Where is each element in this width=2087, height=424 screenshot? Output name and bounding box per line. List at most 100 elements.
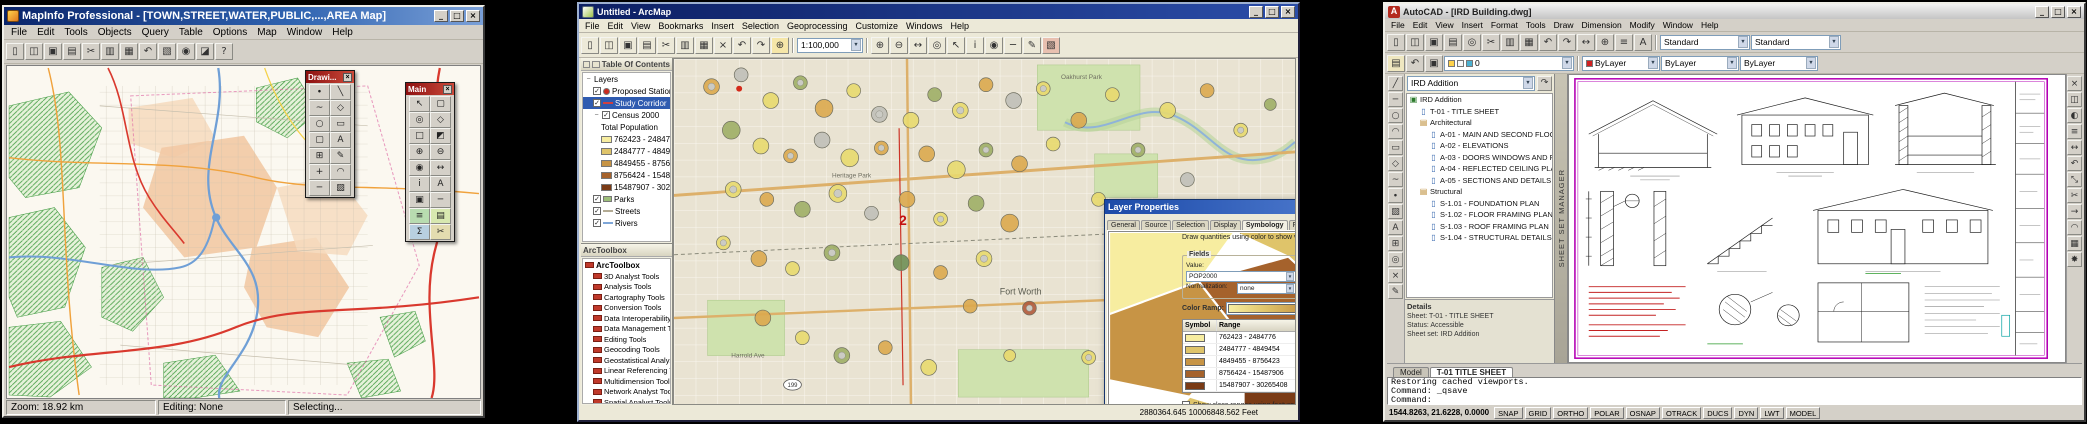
status-toggle-grid[interactable]: GRID — [1525, 407, 1552, 419]
add-node-tool-icon[interactable]: + — [309, 164, 330, 180]
point-icon[interactable]: ∙ — [1388, 188, 1403, 203]
layer-checkbox[interactable]: ✓ — [593, 99, 601, 107]
color-ramp-combo[interactable]: ▼ — [1226, 302, 1296, 315]
zoom-realtime-icon[interactable]: ⊕ — [1596, 34, 1614, 51]
text-style-icon[interactable]: A — [1634, 34, 1652, 51]
layout-tab[interactable]: Model — [1393, 367, 1429, 377]
toc-item[interactable]: 15487907 - 30265408 — [583, 181, 670, 193]
erase-icon[interactable]: × — [1388, 268, 1403, 283]
close-icon[interactable]: × — [343, 73, 352, 82]
copy-object-icon[interactable]: ◫ — [2067, 92, 2082, 107]
sheet-item[interactable]: ▯S-1.02 - FLOOR FRAMING PLAN — [1407, 209, 1552, 221]
copy-icon[interactable]: ▥ — [1501, 34, 1519, 51]
close-button[interactable]: × — [466, 10, 480, 22]
identify-icon[interactable]: i — [966, 37, 984, 54]
toolbox-item[interactable]: Data Management Tools — [583, 324, 670, 335]
autocad-menu-help[interactable]: Help — [1697, 20, 1722, 30]
rounded-rect-tool-icon[interactable]: ▢ — [309, 132, 330, 148]
text-tool-icon[interactable]: A — [330, 132, 351, 148]
layer-previous-icon[interactable]: ↶ — [1406, 55, 1424, 72]
new-map-icon[interactable]: ▯ — [581, 37, 599, 54]
status-toggle-dyn[interactable]: DYN — [1734, 407, 1758, 419]
tab-symbology[interactable]: Symbology — [1242, 220, 1288, 230]
radius-select-icon[interactable]: ◎ — [409, 112, 430, 128]
expander-icon[interactable]: − — [593, 112, 600, 119]
arctoolbox-icon[interactable]: ▧ — [1042, 37, 1060, 54]
toolbox-item[interactable]: Spatial Analyst Tools — [583, 397, 670, 404]
sheet-item[interactable]: ▯S-1.04 - STRUCTURAL DETAILS — [1407, 232, 1552, 244]
toolbox-item[interactable]: Network Analyst Tools — [583, 387, 670, 398]
mapinfo-menu-options[interactable]: Options — [208, 27, 252, 38]
change-view-icon[interactable]: ◉ — [409, 160, 430, 176]
class-row[interactable]: 8756424 - 154879068756424 - 15487906 — [1183, 368, 1296, 380]
sheet-item[interactable]: ▯S-1.01 - FOUNDATION PLAN — [1407, 198, 1552, 210]
zoom-status[interactable]: Zoom: 18.92 km — [6, 400, 156, 415]
close-button[interactable]: × — [1281, 6, 1295, 18]
arcmap-menu-file[interactable]: File — [581, 21, 604, 31]
layer-control-icon[interactable]: ≡ — [409, 208, 430, 224]
save-icon[interactable]: ▣ — [44, 43, 62, 60]
copy-icon[interactable]: ▥ — [101, 43, 119, 60]
mapinfo-menu-edit[interactable]: Edit — [32, 27, 59, 38]
toc-item[interactable]: Total Population — [583, 121, 670, 133]
layer-combo[interactable]: 0 ▼ — [1444, 56, 1574, 71]
zoom-out-icon[interactable]: ⊖ — [890, 37, 908, 54]
layer-properties-manager-icon[interactable]: ▤ — [1387, 55, 1405, 72]
save-icon[interactable]: ▣ — [619, 37, 637, 54]
expander-icon[interactable]: − — [585, 76, 592, 83]
plot-preview-icon[interactable]: ◎ — [1463, 34, 1481, 51]
symbol-tool-icon[interactable]: ∙ — [309, 84, 330, 100]
zoom-out-icon[interactable]: ⊖ — [430, 144, 451, 160]
toc-item[interactable]: 4849455 - 8756423 — [583, 157, 670, 169]
sheet-item[interactable]: ▯A-04 - REFLECTED CEILING PLANS — [1407, 163, 1552, 175]
sheet-item[interactable]: ▯A-02 - ELEVATIONS — [1407, 140, 1552, 152]
sheet-item[interactable]: ▯A-05 - SECTIONS AND DETAILS — [1407, 175, 1552, 187]
toc-item[interactable]: ✓Streets — [583, 205, 670, 217]
arc-icon[interactable]: ◠ — [1388, 124, 1403, 139]
move-icon[interactable]: ↔ — [2067, 140, 2082, 155]
polygon-tool-icon[interactable]: ◇ — [330, 100, 351, 116]
cut-icon[interactable]: ✂ — [1482, 34, 1500, 51]
tab-selection[interactable]: Selection — [1172, 220, 1209, 230]
ellipse-tool-icon[interactable]: ○ — [309, 116, 330, 132]
main-palette-titlebar[interactable]: Main × — [406, 83, 454, 95]
arcmap-menu-windows[interactable]: Windows — [902, 21, 947, 31]
arcmap-map-canvas[interactable]: Oakhurst ParkHeritage ParkFort WorthHarr… — [673, 58, 1296, 405]
autocad-menu-modify[interactable]: Modify — [1626, 20, 1659, 30]
copy-icon[interactable]: ▥ — [676, 37, 694, 54]
print-icon[interactable]: ▤ — [63, 43, 81, 60]
reshape-tool-icon[interactable]: ✎ — [330, 148, 351, 164]
toc-item[interactable]: 8756424 - 15487906 — [583, 169, 670, 181]
drawing-palette-titlebar[interactable]: Drawi... × — [306, 71, 354, 83]
editing-status[interactable]: Editing: None — [158, 400, 286, 415]
find-icon[interactable]: ◉ — [985, 37, 1003, 54]
minimize-button[interactable]: _ — [434, 10, 448, 22]
mapinfo-menu-help[interactable]: Help — [327, 27, 358, 38]
full-extent-icon[interactable]: ◎ — [928, 37, 946, 54]
ruler-icon[interactable]: ─ — [430, 192, 451, 208]
arcmap-menu-edit[interactable]: Edit — [604, 21, 628, 31]
open-icon[interactable]: ◫ — [25, 43, 43, 60]
toolbox-item[interactable]: Cartography Tools — [583, 292, 670, 303]
status-toggle-osnap[interactable]: OSNAP — [1626, 407, 1660, 419]
open-icon[interactable]: ◫ — [600, 37, 618, 54]
add-data-icon[interactable]: ⊕ — [771, 37, 789, 54]
mapinfo-map-canvas[interactable]: Drawi... × ∙╲~◇○▭▢A⊞✎+◠─▨ Main × ↖▢◎◇□◩⊕… — [6, 65, 481, 399]
layer-states-icon[interactable]: ▣ — [1425, 55, 1443, 72]
toolbox-item[interactable]: Editing Tools — [583, 334, 670, 345]
ssm-vertical-titlebar[interactable]: SHEET SET MANAGER — [1555, 74, 1568, 363]
table-icon[interactable]: ⊞ — [1388, 236, 1403, 251]
list-by-source-icon[interactable] — [592, 61, 599, 68]
toc-item[interactable]: ✓Study Corridor — [583, 97, 670, 109]
mapinfo-menu-query[interactable]: Query — [137, 27, 174, 38]
mapinfo-titlebar[interactable]: MapInfo Professional - [TOWN,STREET,WATE… — [4, 7, 483, 25]
paste-icon[interactable]: ▦ — [120, 43, 138, 60]
autocad-menu-tools[interactable]: Tools — [1522, 20, 1550, 30]
toc-header[interactable]: Table Of Contents — [581, 58, 672, 71]
polygon-icon[interactable]: ◇ — [1388, 156, 1403, 171]
layer-checkbox[interactable]: ✓ — [593, 87, 601, 95]
arcmap-menu-view[interactable]: View — [627, 21, 654, 31]
minimize-button[interactable]: _ — [1249, 6, 1263, 18]
close-button[interactable]: × — [2067, 6, 2081, 18]
autocad-menu-window[interactable]: Window — [1659, 20, 1697, 30]
